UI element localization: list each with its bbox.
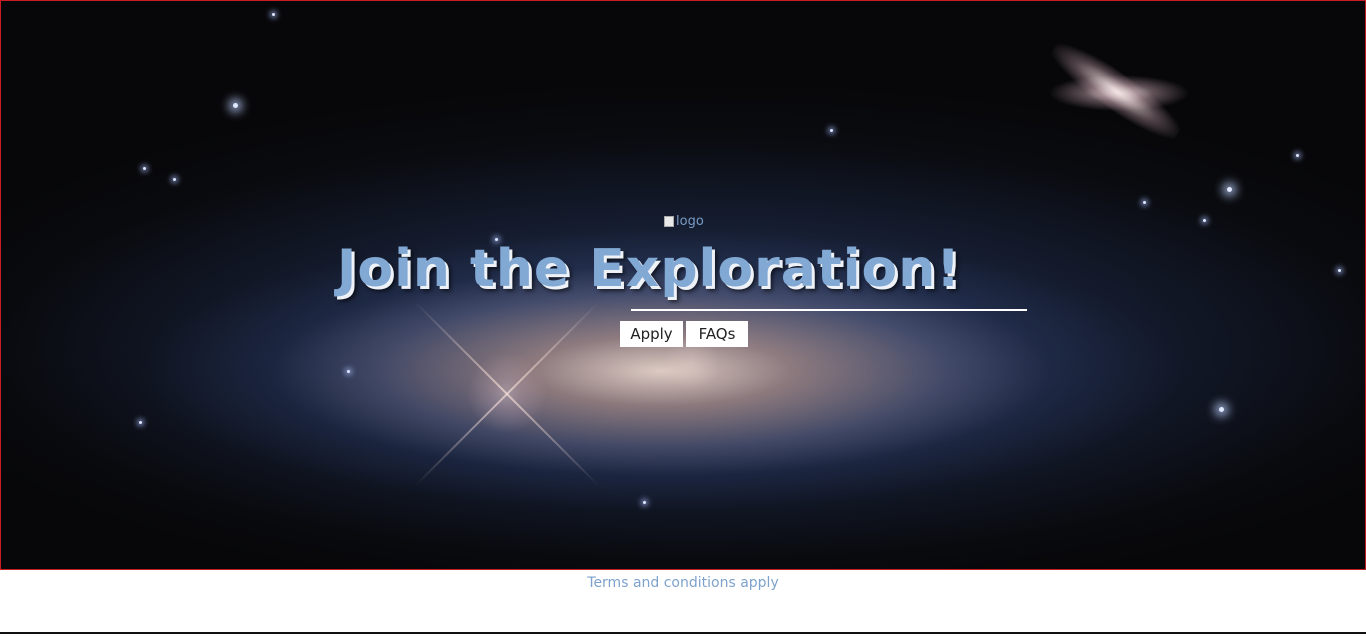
star — [272, 13, 275, 16]
star — [347, 370, 350, 373]
apply-button[interactable]: Apply — [620, 321, 683, 347]
title-underline — [631, 309, 1027, 311]
logo-alt-text: logo — [676, 213, 704, 229]
star — [1338, 269, 1341, 272]
star — [643, 501, 646, 504]
star — [1203, 219, 1206, 222]
star — [173, 178, 176, 181]
page-title: Join the Exploration! — [337, 239, 961, 299]
background-galaxy — [1044, 33, 1188, 149]
star — [139, 421, 142, 424]
page-bottom-border — [0, 632, 1366, 634]
star — [233, 103, 238, 108]
star — [1219, 407, 1224, 412]
logo-image: logo — [664, 213, 706, 229]
faqs-button[interactable]: FAQs — [686, 321, 748, 347]
star — [1296, 154, 1299, 157]
star — [830, 129, 833, 132]
broken-image-icon — [664, 215, 674, 227]
star — [1227, 187, 1232, 192]
hero-section: logo Join the Exploration! Apply FAQs — [0, 0, 1366, 570]
star — [143, 167, 146, 170]
terms-notice: Terms and conditions apply — [587, 575, 779, 591]
star — [1143, 201, 1146, 204]
